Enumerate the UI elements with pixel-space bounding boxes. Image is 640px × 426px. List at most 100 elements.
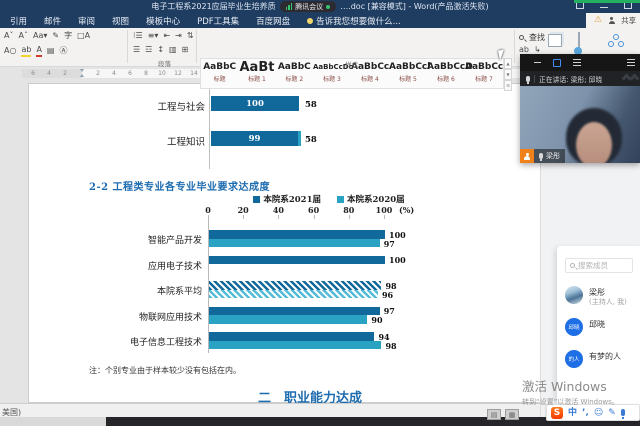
tab-审阅[interactable]: 审阅: [78, 15, 95, 27]
document-title-left: 电子工程系2021应届毕业生培养质: [151, 1, 275, 12]
ime-mic-icon[interactable]: [621, 409, 625, 416]
member-row[interactable]: 邱晓邱晓: [565, 318, 640, 340]
page-badge-icon[interactable]: [578, 32, 580, 53]
group-separator: [196, 30, 197, 63]
ruler-number: 4: [112, 70, 116, 77]
minimize-button[interactable]: [600, 7, 608, 8]
member-row[interactable]: 梁彤(主持人, 我): [565, 286, 640, 308]
enclose-characters-icon[interactable]: Ⓐ: [59, 46, 67, 56]
sort-icon[interactable]: ⇅: [187, 31, 194, 41]
increase-indent-icon[interactable]: ⇥: [175, 31, 182, 41]
meeting-menu-icon[interactable]: [573, 59, 581, 66]
meeting-minimize-icon[interactable]: [534, 62, 541, 64]
style-preview: AaBbCcD: [427, 61, 465, 74]
meeting-video-window[interactable]: 正在讲话: 梁彤; 邱晓 梁彤: [520, 54, 640, 163]
search-icon: [519, 35, 524, 40]
tab-引用[interactable]: 引用: [10, 15, 27, 27]
style-name: 标题 3: [313, 74, 351, 83]
phonetic-guide-icon[interactable]: 字: [64, 31, 72, 41]
bar: 100: [211, 96, 299, 111]
document-page[interactable]: 工程与社会10058工程知识9958 2-2 工程类专业各专业毕业要求达成度 本…: [28, 83, 590, 403]
align-center-icon[interactable]: ☲: [145, 45, 152, 55]
text-effects-icon[interactable]: A○: [4, 46, 16, 56]
x-tick-label: 20: [231, 205, 255, 215]
ruler-number: 6: [31, 70, 35, 77]
tab-视图[interactable]: 视图: [112, 15, 129, 27]
character-border-icon[interactable]: □A: [77, 31, 90, 41]
tencent-meeting-floating-bar[interactable]: 腾讯会议: [280, 1, 337, 12]
scroll-up-icon[interactable]: ▲: [504, 58, 512, 69]
gallery-expand-icon[interactable]: ☰: [504, 80, 512, 91]
ime-emoji-icon[interactable]: ☺: [594, 407, 603, 419]
tab-邮件[interactable]: 邮件: [44, 15, 61, 27]
clear-format-icon[interactable]: ✎: [52, 31, 59, 41]
taskbar-left: [0, 417, 106, 426]
activation-warning-icon[interactable]: ⚠: [594, 16, 602, 25]
bar-2020: [209, 290, 378, 299]
member-search-box[interactable]: 搜索成员: [565, 258, 633, 273]
decrease-indent-icon[interactable]: ⇤: [163, 31, 170, 41]
style-item[interactable]: AaBbCcl标题 5: [389, 59, 427, 88]
style-name: 标题 7: [465, 74, 503, 83]
font-color-icon[interactable]: A: [36, 45, 41, 57]
indent-markers[interactable]: [80, 69, 85, 77]
ime-mode-icon[interactable]: 中: [568, 407, 577, 419]
shading-icon[interactable]: ▥: [169, 45, 177, 55]
participant-mic-icon: [539, 153, 543, 159]
highlight-color-icon[interactable]: ab: [21, 45, 31, 57]
print-layout-button[interactable]: ▦: [505, 409, 519, 420]
scroll-down-icon[interactable]: ▼: [504, 69, 512, 80]
member-subtitle: (主持人, 我): [589, 297, 627, 307]
ruler-number: 2: [96, 70, 100, 77]
participant-face: [576, 122, 612, 163]
meeting-side-panel: 搜索成员 梁彤(主持人, 我) 邱晓邱晓的人有梦的人: [540, 163, 640, 418]
maximize-button[interactable]: [624, 2, 632, 9]
style-item[interactable]: AaBbC标题 2: [276, 59, 313, 88]
style-item[interactable]: AaBbCcD标题 6: [427, 59, 465, 88]
chart-legend: 本院系2021届本院系2020届: [129, 193, 529, 205]
ime-punctuation-icon[interactable]: ’‚: [582, 407, 589, 419]
bar-value-label: 90: [371, 315, 382, 325]
style-item[interactable]: AaBt标题 1: [238, 59, 275, 88]
read-mode-button[interactable]: ▤: [487, 409, 501, 420]
line-spacing-icon[interactable]: ↕: [157, 45, 164, 55]
tab-PDF工具集[interactable]: PDF工具集: [197, 15, 239, 27]
ruler-number: 12: [174, 70, 182, 77]
ime-pen-icon[interactable]: ✎: [608, 407, 616, 419]
pages-icon[interactable]: [548, 34, 562, 47]
numbering-icon[interactable]: ≡▾: [148, 31, 159, 41]
styles-gallery-scrollbar[interactable]: ▲ ▼ ☰: [504, 58, 512, 89]
meeting-members-toggle-icon[interactable]: [627, 59, 635, 66]
character-shading-icon[interactable]: ▤: [47, 46, 55, 56]
ruler-number: 14: [190, 70, 198, 77]
shrink-font-icon[interactable]: Aˆ: [18, 31, 27, 41]
search-icon: [570, 263, 575, 268]
tab-百度网盘[interactable]: 百度网盘: [256, 15, 290, 27]
video-name-plate: 梁彤: [520, 149, 565, 163]
sogou-logo-icon[interactable]: S: [551, 407, 563, 419]
change-case-icon[interactable]: Aa▾: [33, 31, 47, 41]
tell-me-box[interactable]: 告诉我您想要做什么...: [307, 15, 401, 27]
x-tick: [243, 215, 244, 219]
grow-font-icon[interactable]: Aˇ: [4, 31, 13, 41]
share-person-icon[interactable]: [608, 17, 615, 24]
tab-模板中心[interactable]: 模板中心: [146, 15, 180, 27]
participant-video[interactable]: 梁彤: [520, 86, 640, 163]
meeting-layout-icon[interactable]: [553, 59, 561, 67]
group-separator: [514, 30, 515, 63]
bar-2020: [209, 341, 381, 350]
member-name: 邱晓: [589, 319, 605, 330]
ime-toolbar[interactable]: S 中 ’‚ ☺ ✎: [546, 404, 640, 421]
bullets-icon[interactable]: ⁝☰: [133, 31, 143, 41]
bar-end-mark: [298, 131, 301, 146]
chart-axis-line: [209, 87, 210, 169]
share-label[interactable]: 共享: [621, 15, 636, 26]
x-tick: [314, 215, 315, 219]
borders-icon[interactable]: ⊞: [182, 45, 189, 55]
style-item[interactable]: AaBbC标题: [201, 59, 238, 88]
align-left-icon[interactable]: ☰: [133, 45, 140, 55]
bar-2020: [209, 239, 380, 248]
ribbon-display-options-button[interactable]: [576, 2, 584, 9]
member-row[interactable]: 的人有梦的人: [565, 350, 640, 372]
style-item[interactable]: AaBbCcD标题 7: [465, 59, 503, 88]
